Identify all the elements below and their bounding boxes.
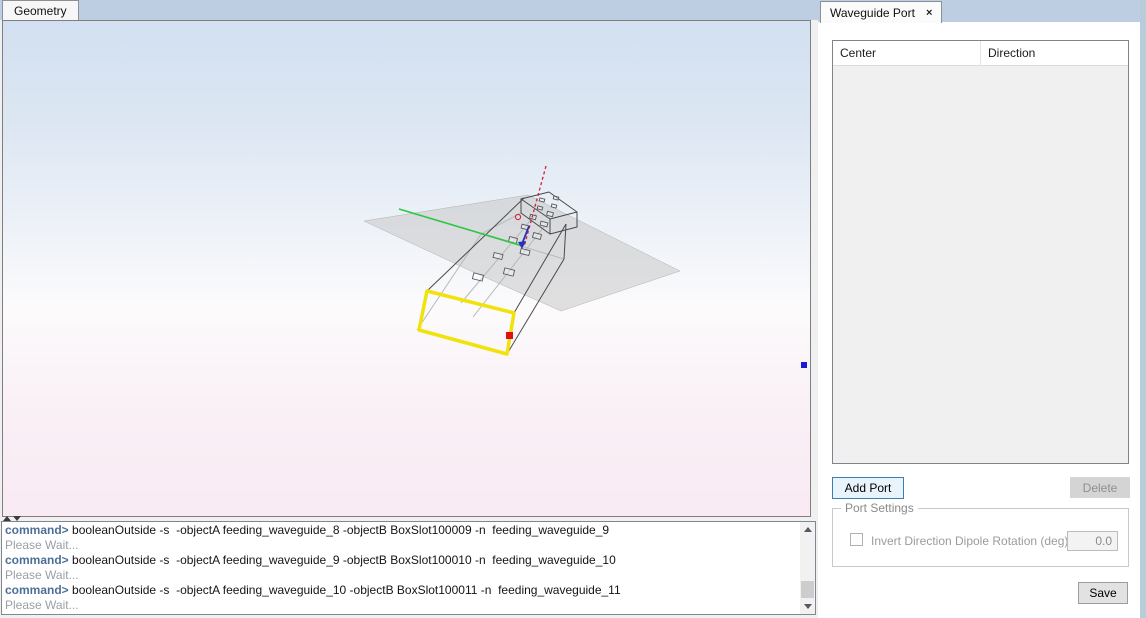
status-text: Please Wait...	[5, 568, 79, 582]
splitter-up-icon	[3, 516, 11, 521]
port-settings-group: Port Settings Invert Direction Dipole Ro…	[832, 508, 1129, 567]
app-window: Geometry	[0, 0, 1146, 618]
port-list-table[interactable]: Center Direction	[832, 40, 1129, 464]
tab-geometry[interactable]: Geometry	[2, 0, 79, 20]
tab-close-icon[interactable]: ×	[926, 7, 932, 19]
command-prompt: command>	[5, 553, 69, 567]
command-text: booleanOutside -s -objectA feeding_waveg…	[69, 583, 621, 597]
splitter-down-icon	[13, 516, 21, 521]
tab-waveguide-port-label: Waveguide Port	[830, 6, 915, 20]
3d-scene	[3, 21, 810, 516]
waveguide-port-panel: Waveguide Port × Center Direction Add Po…	[818, 0, 1140, 618]
red-vertex-marker[interactable]	[506, 332, 513, 339]
scroll-down-button[interactable]	[800, 599, 815, 614]
console-status-line: Please Wait...	[5, 538, 798, 553]
status-text: Please Wait...	[5, 598, 79, 612]
port-table-body[interactable]	[833, 65, 1128, 463]
port-settings-title: Port Settings	[841, 501, 918, 515]
invert-direction-checkbox	[850, 533, 863, 546]
console-command-line: command> booleanOutside -s -objectA feed…	[5, 553, 798, 568]
tab-waveguide-port[interactable]: Waveguide Port ×	[820, 1, 942, 23]
invert-direction-label: Invert Direction	[871, 534, 952, 548]
delete-button: Delete	[1070, 477, 1130, 498]
console-command-line: command> booleanOutside -s -objectA feed…	[5, 583, 798, 598]
column-header-center[interactable]: Center	[833, 41, 981, 65]
console-log[interactable]: command> booleanOutside -s -objectA feed…	[5, 523, 798, 613]
console-command-line: command> booleanOutside -s -objectA feed…	[5, 523, 798, 538]
tab-geometry-label: Geometry	[14, 4, 67, 18]
command-text: booleanOutside -s -objectA feeding_waveg…	[69, 553, 616, 567]
window-edge-strip	[1140, 0, 1146, 618]
console-status-line: Please Wait...	[5, 568, 798, 583]
command-text: booleanOutside -s -objectA feeding_waveg…	[69, 523, 609, 537]
command-prompt: command>	[5, 523, 69, 537]
scroll-down-icon	[804, 604, 812, 609]
console-scrollbar[interactable]	[800, 522, 815, 614]
status-text: Please Wait...	[5, 538, 79, 552]
add-port-button[interactable]: Add Port	[832, 477, 904, 499]
console-status-line: Please Wait...	[5, 598, 798, 613]
scroll-up-button[interactable]	[800, 522, 815, 537]
left-tab-strip	[0, 0, 818, 20]
scroll-up-icon	[804, 527, 812, 532]
selected-port-face-highlight[interactable]	[419, 291, 514, 354]
3d-viewport[interactable]	[2, 20, 811, 517]
port-table-header: Center Direction	[833, 41, 1128, 66]
scrollbar-thumb[interactable]	[801, 581, 814, 598]
dipole-rotation-input	[1067, 531, 1118, 551]
blue-vertex-marker[interactable]	[801, 362, 807, 368]
column-header-direction[interactable]: Direction	[981, 41, 1128, 65]
save-button[interactable]: Save	[1078, 582, 1128, 604]
command-console[interactable]: command> booleanOutside -s -objectA feed…	[1, 521, 816, 615]
dipole-rotation-label: Dipole Rotation (deg):	[955, 534, 1072, 548]
command-prompt: command>	[5, 583, 69, 597]
